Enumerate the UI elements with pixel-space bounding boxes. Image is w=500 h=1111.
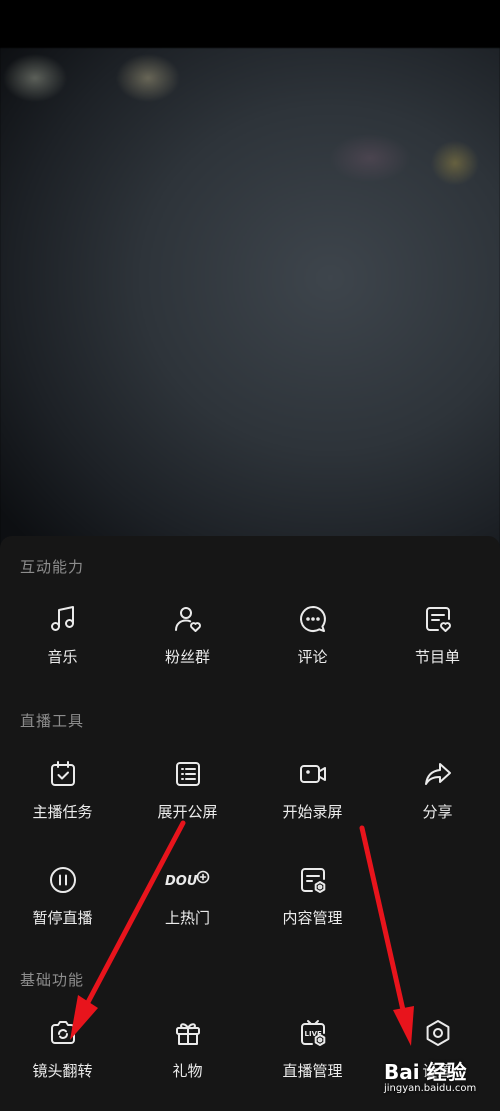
share-icon	[422, 758, 454, 790]
dou-plus-icon: DOU	[165, 864, 209, 896]
camera-flip-icon	[47, 1017, 79, 1049]
svg-text:DOU: DOU	[165, 874, 198, 889]
content-manage-button[interactable]: 内容管理	[250, 864, 375, 954]
section-title-basic: 基础功能	[20, 971, 85, 989]
fan-group-button[interactable]: 粉丝群	[125, 603, 250, 693]
camera-flip-label: 镜头翻转	[32, 1062, 93, 1080]
watermark-url: jingyan.baidu.com	[384, 1083, 477, 1094]
content-manage-label: 内容管理	[282, 909, 343, 927]
trending-label: 上热门	[164, 909, 210, 927]
share-button[interactable]: 分享	[375, 758, 500, 848]
gift-button[interactable]: 礼物	[125, 1017, 250, 1107]
program-list-icon	[422, 603, 454, 635]
live-manage-label: 直播管理	[282, 1062, 343, 1080]
pause-live-label: 暂停直播	[32, 909, 93, 927]
camera-flip-button[interactable]: 镜头翻转	[0, 1017, 125, 1107]
share-label: 分享	[422, 803, 453, 821]
music-label: 音乐	[47, 648, 78, 666]
fan-group-icon	[172, 603, 204, 635]
comment-icon	[297, 603, 329, 635]
live-camera-preview	[0, 48, 500, 568]
program-list-label: 节目单	[414, 648, 460, 666]
pause-live-button[interactable]: 暂停直播	[0, 864, 125, 954]
status-bar	[0, 0, 500, 48]
section-title-interaction: 互动能力	[20, 558, 85, 576]
gift-label: 礼物	[172, 1062, 203, 1080]
fan-group-label: 粉丝群	[164, 648, 210, 666]
expand-public-screen-button[interactable]: 展开公屏	[125, 758, 250, 848]
gift-icon	[172, 1017, 204, 1049]
screen-record-icon	[297, 758, 329, 790]
baidu-jingyan-watermark: Bai 经验 jingyan.baidu.com	[382, 1056, 500, 1106]
pause-icon	[47, 864, 79, 896]
live-tools-panel: 互动能力 音乐 粉丝群 评论 节目单 直播工具 主播任务 展开公屏 开始录屏 分…	[0, 536, 500, 1111]
public-screen-icon	[172, 758, 204, 790]
settings-icon	[422, 1017, 454, 1049]
host-task-button[interactable]: 主播任务	[0, 758, 125, 848]
live-manage-button[interactable]: LIVE 直播管理	[250, 1017, 375, 1107]
content-manage-icon	[297, 864, 329, 896]
music-button[interactable]: 音乐	[0, 603, 125, 693]
comment-button[interactable]: 评论	[250, 603, 375, 693]
section-title-live-tools: 直播工具	[20, 712, 85, 730]
start-recording-label: 开始录屏	[282, 803, 343, 821]
expand-public-screen-label: 展开公屏	[157, 803, 218, 821]
host-task-label: 主播任务	[32, 803, 93, 821]
watermark-logo: Bai 经验	[384, 1060, 467, 1084]
svg-text:LIVE: LIVE	[304, 1030, 321, 1038]
program-list-button[interactable]: 节目单	[375, 603, 500, 693]
task-calendar-icon	[47, 758, 79, 790]
trending-button[interactable]: DOU 上热门	[125, 864, 250, 954]
music-note-icon	[47, 603, 79, 635]
live-manage-icon: LIVE	[297, 1017, 329, 1049]
comment-label: 评论	[297, 648, 328, 666]
start-recording-button[interactable]: 开始录屏	[250, 758, 375, 848]
